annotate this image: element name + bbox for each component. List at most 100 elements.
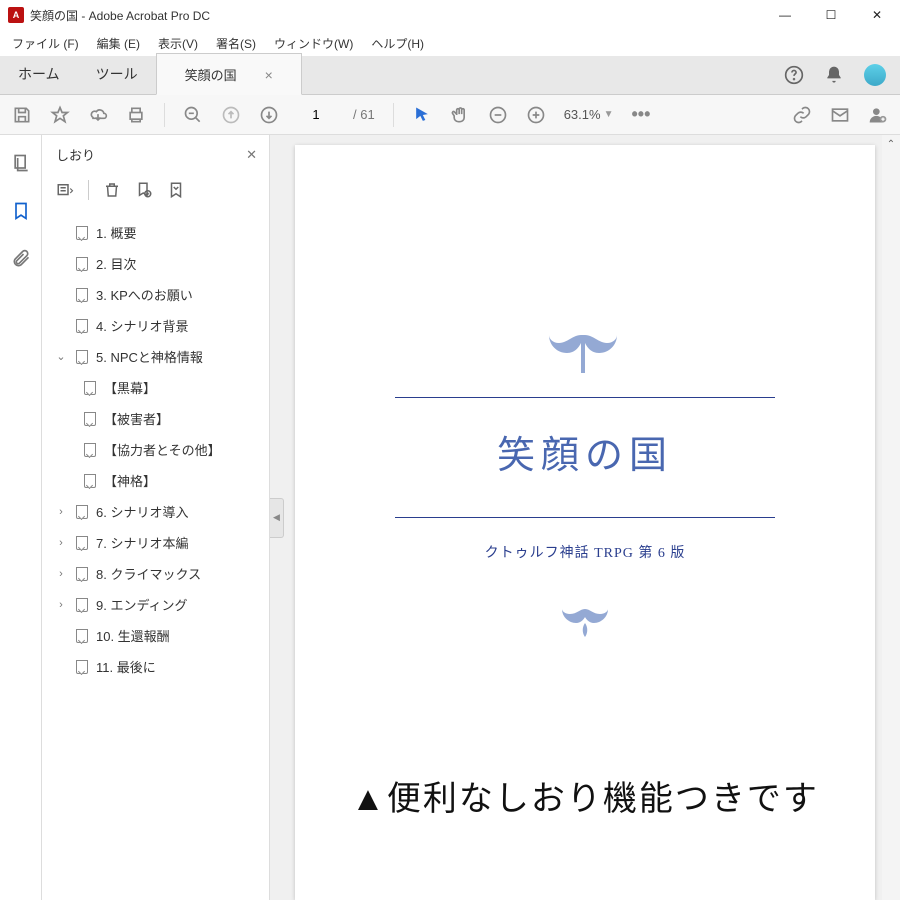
tab-close-icon[interactable]: × (265, 67, 273, 83)
hr-bottom (395, 517, 775, 518)
bookmark-item[interactable]: 【神格】 (42, 465, 269, 496)
bookmark-icon (76, 350, 88, 364)
bookmark-label: 1. 概要 (96, 223, 136, 242)
bookmark-label: 5. NPCと神格情報 (96, 347, 203, 366)
bookmark-item[interactable]: › 7. シナリオ本編 (42, 527, 269, 558)
document-title: 笑顔の国 (497, 398, 673, 505)
print-icon[interactable] (126, 105, 146, 125)
more-icon[interactable]: ••• (631, 104, 650, 125)
zoom-out-icon[interactable] (183, 105, 203, 125)
tab-tools[interactable]: ツール (78, 54, 156, 94)
scroll-up-icon[interactable]: ⌃ (882, 135, 900, 153)
close-button[interactable]: ✕ (854, 0, 900, 30)
cloud-icon[interactable] (88, 105, 108, 125)
bookmarks-icon[interactable] (11, 201, 31, 221)
bookmark-item[interactable]: ⌄ 5. NPCと神格情報 (42, 341, 269, 372)
document-area: ◀ ◀ ⌃ 笑顔の国 クトゥルフ神話 TRPG 第 6 版 ▲便利なしおり機能つ… (270, 135, 900, 900)
bookmark-icon (76, 598, 88, 612)
ornament-bottom-icon (540, 604, 630, 644)
maximize-button[interactable]: ☐ (808, 0, 854, 30)
chevron-icon[interactable]: › (54, 537, 68, 549)
menu-help[interactable]: ヘルプ(H) (363, 32, 432, 55)
help-icon[interactable] (784, 65, 804, 85)
chevron-icon[interactable]: ⌄ (54, 350, 68, 363)
bookmark-item[interactable]: › 6. シナリオ導入 (42, 496, 269, 527)
page-number-input[interactable] (297, 107, 335, 122)
bookmark-item[interactable]: 10. 生還報酬 (42, 620, 269, 651)
bookmark-icon (76, 629, 88, 643)
bookmark-item[interactable]: 1. 概要 (42, 217, 269, 248)
bell-icon[interactable] (824, 65, 844, 85)
bookmark-toolbar (42, 174, 269, 211)
bookmark-label: 【協力者とその他】 (104, 440, 221, 459)
zoom-plus-icon[interactable] (526, 105, 546, 125)
chevron-icon[interactable]: › (54, 568, 68, 580)
bookmark-item[interactable]: ›8. クライマックス (42, 558, 269, 589)
bookmark-label: 7. シナリオ本編 (96, 533, 188, 552)
bookmark-icon (76, 288, 88, 302)
bookmark-icon (76, 257, 88, 271)
bookmark-icon (76, 567, 88, 581)
select-tool-icon[interactable] (412, 105, 432, 125)
bookmark-item[interactable]: › 9. エンディング (42, 589, 269, 620)
bookmark-item[interactable]: 【被害者】 (42, 403, 269, 434)
bookmark-label: 10. 生還報酬 (96, 626, 170, 645)
bookmark-item[interactable]: 【黒幕】 (42, 372, 269, 403)
hand-tool-icon[interactable] (450, 105, 470, 125)
bookmark-label: 【神格】 (104, 471, 156, 490)
page-up-icon[interactable] (221, 105, 241, 125)
bookmark-icon (76, 536, 88, 550)
bookmark-label: 6. シナリオ導入 (96, 502, 188, 521)
link-icon[interactable] (792, 105, 812, 125)
menu-view[interactable]: 表示(V) (150, 32, 206, 55)
delete-bookmark-icon[interactable] (103, 181, 121, 199)
document-subtitle: クトゥルフ神話 TRPG 第 6 版 (485, 542, 686, 562)
add-user-icon[interactable] (868, 105, 888, 125)
panel-close-icon[interactable]: ✕ (246, 147, 257, 163)
bookmark-label: 9. エンディング (96, 595, 188, 614)
bookmark-item[interactable]: 【協力者とその他】 (42, 434, 269, 465)
new-bookmark-icon[interactable] (135, 181, 153, 199)
page-down-icon[interactable] (259, 105, 279, 125)
bookmark-label: 3. KPへのお願い (96, 285, 193, 304)
bookmark-panel: しおり ✕ 1. 概要 2. 目次 3. KPへのお願い 4. シナリオ背景 ⌄ 5. N… (42, 135, 270, 900)
splitter-left[interactable]: ◀ (270, 498, 284, 538)
chevron-icon[interactable]: › (54, 599, 68, 611)
menu-window[interactable]: ウィンドウ(W) (266, 32, 361, 55)
menubar: ファイル (F) 編集 (E) 表示(V) 署名(S) ウィンドウ(W) ヘルプ… (0, 30, 900, 56)
bookmark-item[interactable]: 3. KPへのお願い (42, 279, 269, 310)
profile-avatar[interactable] (864, 64, 886, 86)
minimize-button[interactable]: ― (762, 0, 808, 30)
menu-edit[interactable]: 編集 (E) (89, 32, 148, 55)
menu-sign[interactable]: 署名(S) (208, 32, 264, 55)
save-icon[interactable] (12, 105, 32, 125)
options-icon[interactable] (56, 181, 74, 199)
tab-home[interactable]: ホーム (0, 54, 78, 94)
mail-icon[interactable] (830, 105, 850, 125)
menu-file[interactable]: ファイル (F) (4, 32, 87, 55)
zoom-dropdown[interactable]: 63.1% ▼ (564, 107, 614, 122)
attachments-icon[interactable] (11, 249, 31, 269)
bookmark-icon (76, 660, 88, 674)
chevron-icon[interactable]: › (54, 506, 68, 518)
bookmark-item[interactable]: 4. シナリオ背景 (42, 310, 269, 341)
bookmark-icon (84, 474, 96, 488)
star-icon[interactable] (50, 105, 70, 125)
thumbnails-icon[interactable] (11, 153, 31, 173)
tab-document[interactable]: 笑顔の国 × (156, 53, 302, 95)
window-title: 笑顔の国 - Adobe Acrobat Pro DC (30, 7, 210, 24)
bookmark-label: 11. 最後に (96, 657, 156, 676)
tabbar: ホーム ツール 笑顔の国 × (0, 56, 900, 95)
left-rail (0, 135, 42, 900)
toolbar: / 61 63.1% ▼ ••• (0, 95, 900, 135)
panel-title: しおり (56, 145, 95, 164)
zoom-minus-icon[interactable] (488, 105, 508, 125)
page-total: / 61 (353, 107, 375, 122)
expand-bookmark-icon[interactable] (167, 181, 185, 199)
bookmark-item[interactable]: 11. 最後に (42, 651, 269, 682)
bookmark-label: 【黒幕】 (104, 378, 156, 397)
bookmark-icon (84, 443, 96, 457)
titlebar: A 笑顔の国 - Adobe Acrobat Pro DC ― ☐ ✕ (0, 0, 900, 30)
bookmark-item[interactable]: 2. 目次 (42, 248, 269, 279)
overlay-caption: ▲便利なしおり機能つきです (270, 771, 900, 820)
